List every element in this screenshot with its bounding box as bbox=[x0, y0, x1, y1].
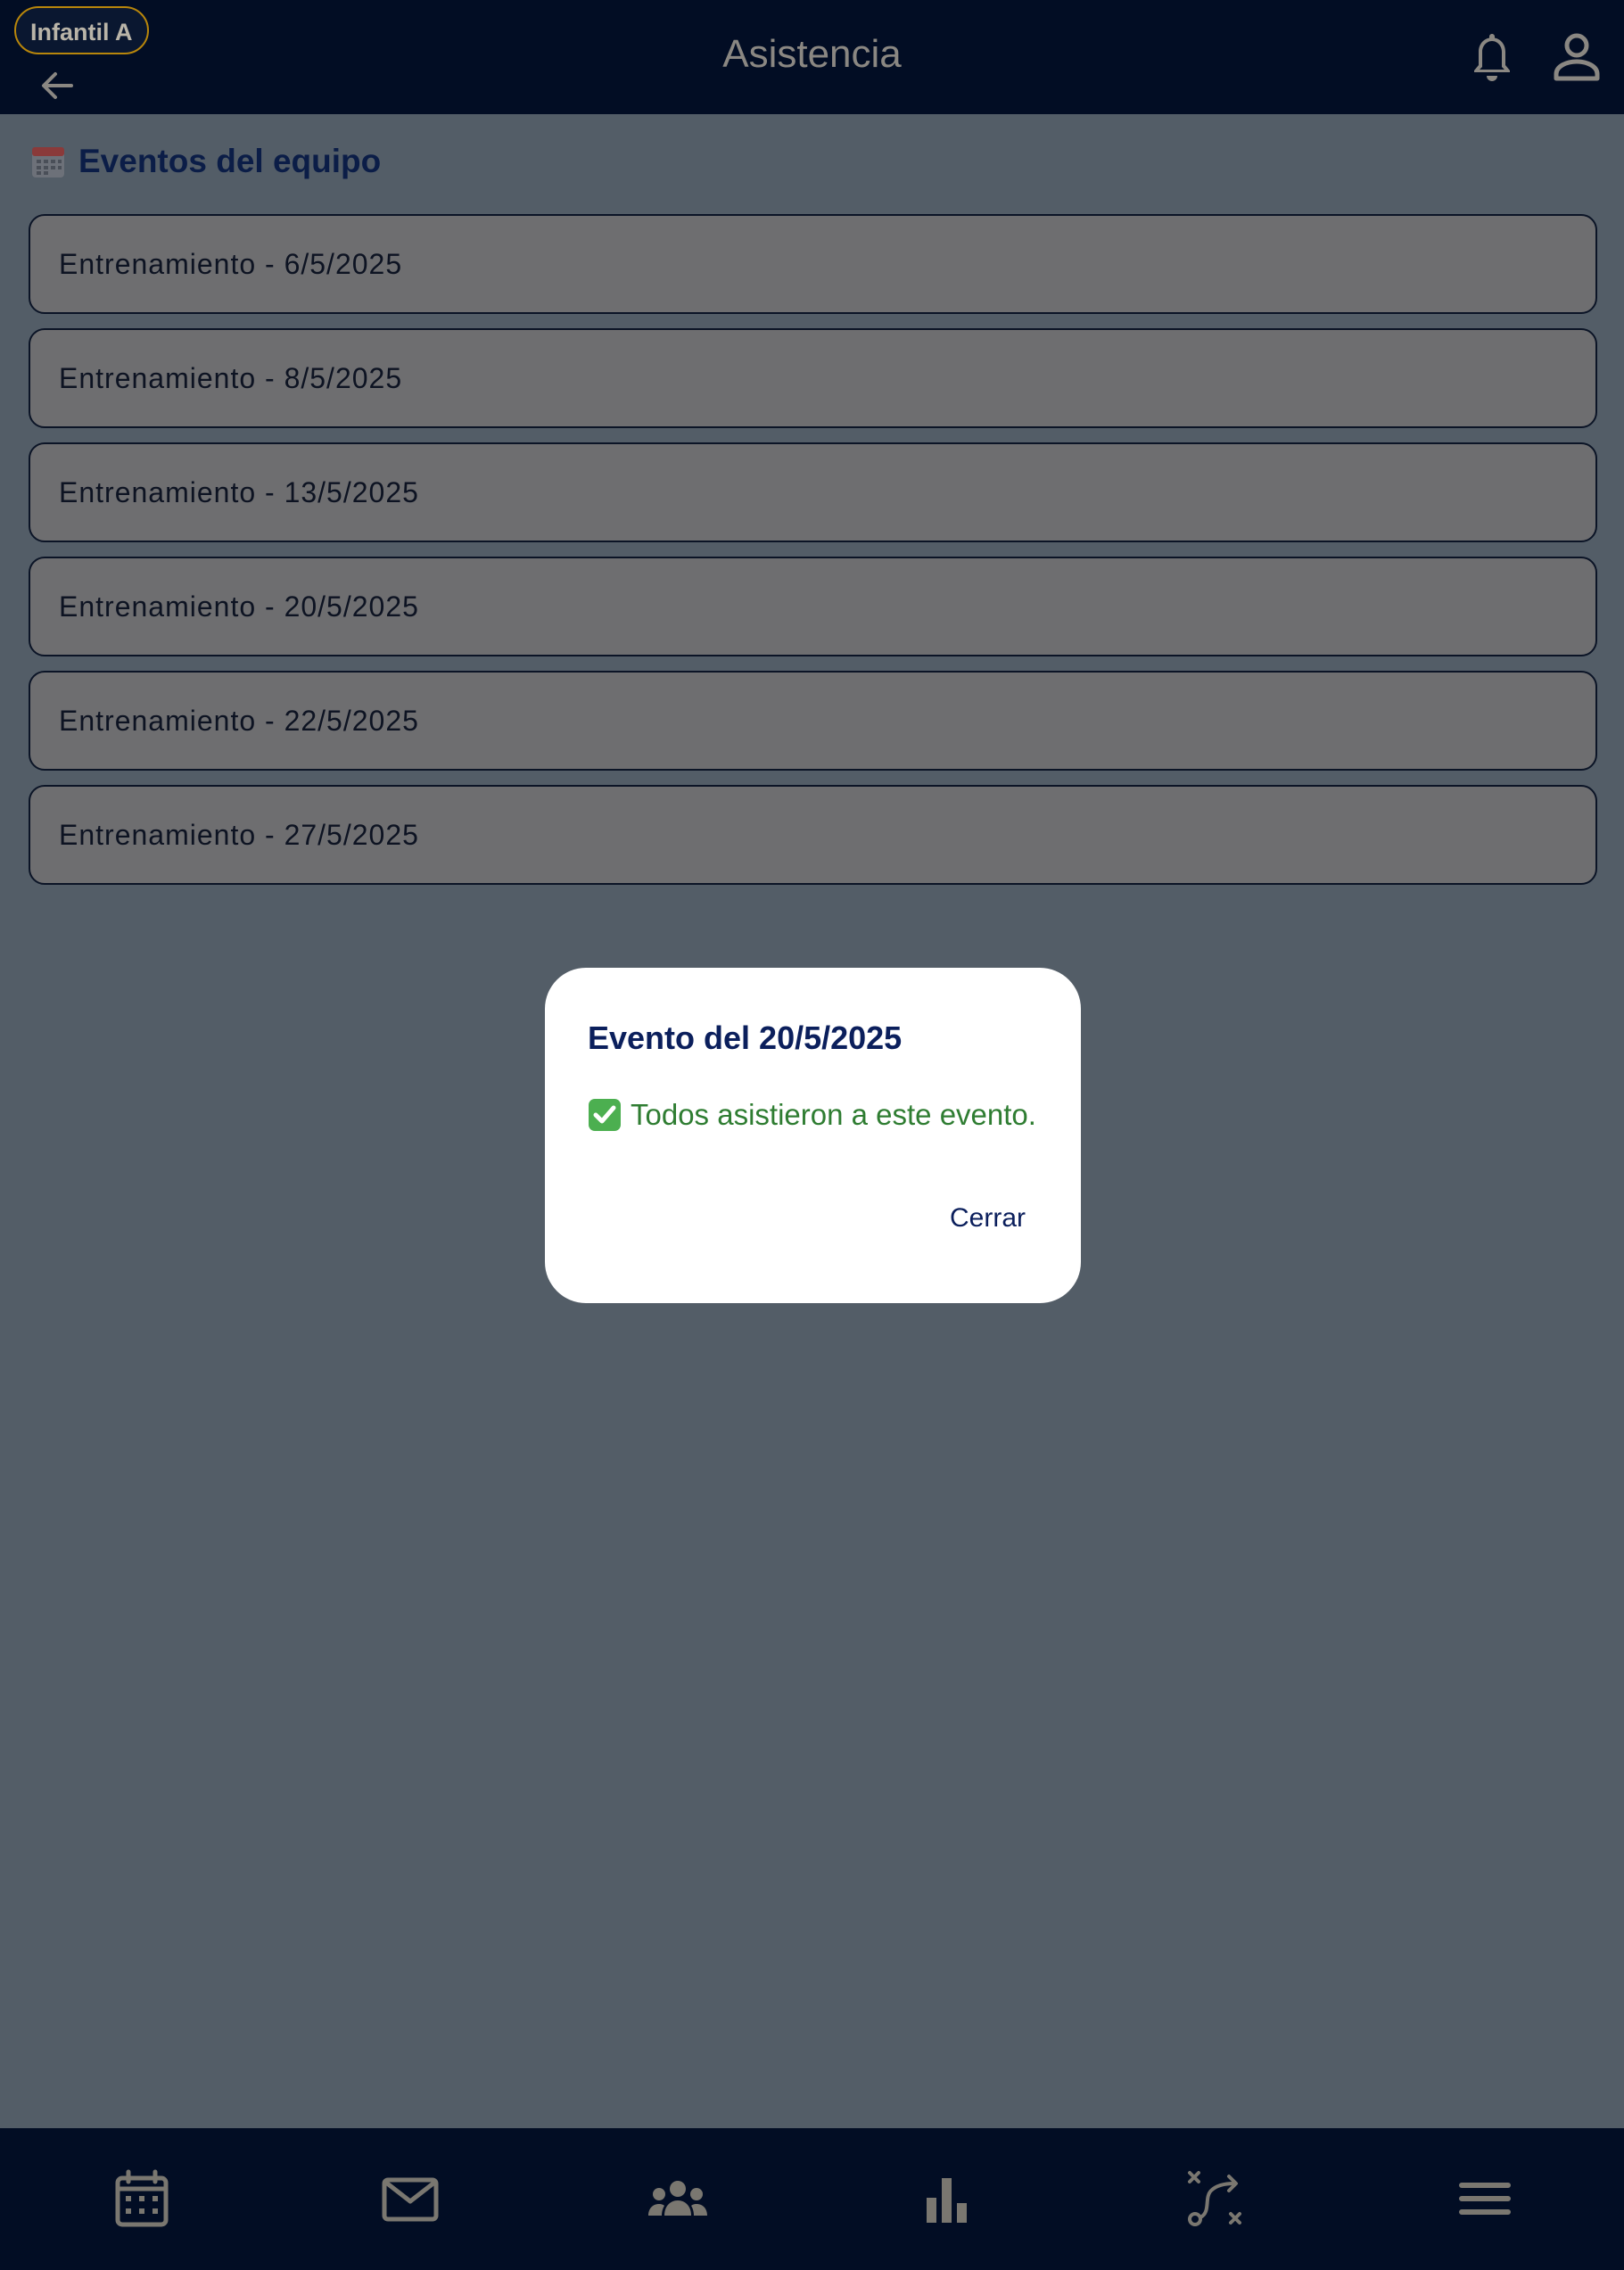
event-label: Entrenamiento - 20/5/2025 bbox=[59, 590, 419, 623]
menu-icon[interactable] bbox=[1454, 2167, 1516, 2230]
close-button[interactable]: Cerrar bbox=[937, 1196, 1038, 1241]
event-label: Entrenamiento - 13/5/2025 bbox=[59, 475, 419, 508]
check-mark-icon bbox=[589, 1099, 621, 1131]
bell-icon[interactable] bbox=[1467, 29, 1517, 86]
event-label: Entrenamiento - 8/5/2025 bbox=[59, 361, 403, 394]
tactics-icon[interactable] bbox=[1184, 2167, 1247, 2230]
event-item[interactable]: Entrenamiento - 20/5/2025 bbox=[29, 557, 1597, 656]
user-icon[interactable] bbox=[1552, 30, 1602, 84]
stats-icon[interactable] bbox=[916, 2167, 978, 2230]
event-label: Entrenamiento - 22/5/2025 bbox=[59, 704, 419, 737]
calendar-emoji-icon bbox=[32, 147, 64, 177]
event-item[interactable]: Entrenamiento - 13/5/2025 bbox=[29, 442, 1597, 542]
event-dialog: Evento del 20/5/2025 Todos asistieron a … bbox=[545, 968, 1081, 1303]
app-header: Infantil A Asistencia bbox=[0, 0, 1624, 114]
dialog-message-text: Todos asistieron a este evento. bbox=[631, 1098, 1036, 1131]
event-item[interactable]: Entrenamiento - 8/5/2025 bbox=[29, 328, 1597, 428]
team-icon[interactable] bbox=[647, 2167, 709, 2230]
dialog-message: Todos asistieron a este evento. bbox=[588, 1098, 1036, 1132]
page-title: Asistencia bbox=[722, 32, 902, 76]
section-title-text: Eventos del equipo bbox=[78, 143, 382, 179]
event-item[interactable]: Entrenamiento - 6/5/2025 bbox=[29, 214, 1597, 314]
event-list: Entrenamiento - 6/5/2025 Entrenamiento -… bbox=[29, 214, 1597, 899]
mail-icon[interactable] bbox=[379, 2167, 441, 2230]
event-item[interactable]: Entrenamiento - 22/5/2025 bbox=[29, 671, 1597, 771]
bottom-nav bbox=[0, 2128, 1624, 2270]
section-title: Eventos del equipo bbox=[30, 143, 381, 180]
calendar-icon[interactable] bbox=[111, 2167, 173, 2230]
event-label: Entrenamiento - 27/5/2025 bbox=[59, 818, 419, 851]
event-label: Entrenamiento - 6/5/2025 bbox=[59, 247, 403, 280]
dialog-title: Evento del 20/5/2025 bbox=[588, 1019, 903, 1056]
event-item[interactable]: Entrenamiento - 27/5/2025 bbox=[29, 785, 1597, 885]
